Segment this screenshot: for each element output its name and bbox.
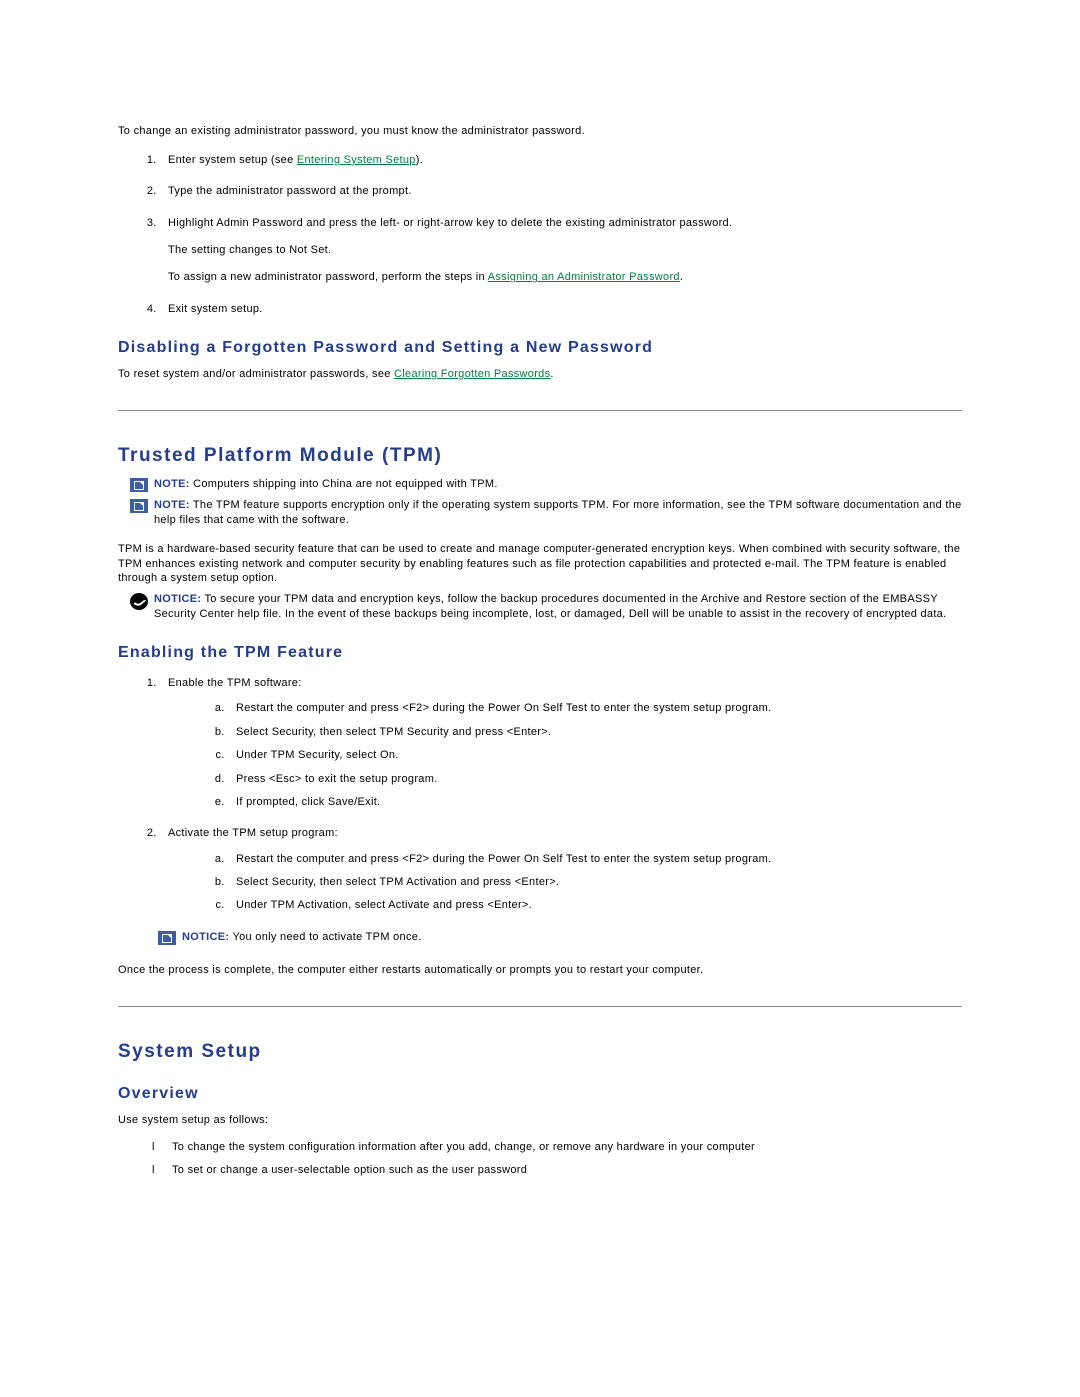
link-entering-system-setup[interactable]: Entering System Setup (297, 154, 416, 166)
note-label: NOTE: (154, 499, 190, 511)
note-icon (158, 931, 176, 945)
step-3-sub-2: To assign a new administrator password, … (168, 270, 962, 285)
tpm-step-2-sublist: Restart the computer and press <F2> duri… (168, 852, 962, 914)
tpm-step-2c: Under TPM Activation, select Activate an… (228, 898, 962, 913)
link-clearing-forgotten-passwords[interactable]: Clearing Forgotten Passwords (394, 368, 550, 380)
step-3-sub-2-b: . (680, 271, 683, 283)
heading-system-setup: System Setup (118, 1041, 962, 1063)
tpm-step-1b: Select Security, then select TPM Securit… (228, 725, 962, 740)
link-assigning-admin-password[interactable]: Assigning an Administrator Password (488, 271, 680, 283)
divider (118, 1006, 962, 1007)
tpm-steps-list: Enable the TPM software: Restart the com… (118, 676, 962, 914)
disable-text: To reset system and/or administrator pas… (118, 367, 962, 382)
notice-backup-body: To secure your TPM data and encryption k… (154, 593, 946, 620)
tpm-step-1-main: Enable the TPM software: (168, 677, 302, 689)
admin-steps-list: Enter system setup (see Entering System … (118, 153, 962, 317)
notice-label: NOTICE: (154, 593, 201, 605)
setup-bullet-1: To change the system configuration infor… (160, 1140, 962, 1155)
note-icon (130, 478, 148, 492)
step-1-text-b: ). (416, 154, 423, 166)
notice-row-activate-once: NOTICE: You only need to activate TPM on… (158, 930, 962, 945)
tpm-step-1a: Restart the computer and press <F2> duri… (228, 701, 962, 716)
setup-intro: Use system setup as follows: (118, 1113, 962, 1128)
setup-bullet-2: To set or change a user-selectable optio… (160, 1163, 962, 1178)
notice-label: NOTICE: (182, 931, 229, 943)
note-label: NOTE: (154, 478, 190, 490)
setup-bullets: To change the system configuration infor… (118, 1140, 962, 1179)
tpm-step-2b: Select Security, then select TPM Activat… (228, 875, 962, 890)
tpm-after-text: Once the process is complete, the comput… (118, 963, 962, 978)
disable-text-a: To reset system and/or administrator pas… (118, 368, 394, 380)
note-encryption-text: NOTE: The TPM feature supports encryptio… (154, 498, 962, 528)
note-china-text: NOTE: Computers shipping into China are … (154, 477, 962, 492)
step-3: Highlight Admin Password and press the l… (160, 216, 962, 286)
note-icon (130, 499, 148, 513)
step-1: Enter system setup (see Entering System … (160, 153, 962, 168)
notice-row-backup: NOTICE: To secure your TPM data and encr… (130, 592, 962, 622)
note-china-body: Computers shipping into China are not eq… (190, 478, 498, 490)
tpm-step-1-sublist: Restart the computer and press <F2> duri… (168, 701, 962, 810)
notice-activate-once-text: NOTICE: You only need to activate TPM on… (182, 930, 962, 945)
tpm-step-1d: Press <Esc> to exit the setup program. (228, 772, 962, 787)
tpm-step-2a: Restart the computer and press <F2> duri… (228, 852, 962, 867)
tpm-step-2: Activate the TPM setup program: Restart … (160, 826, 962, 914)
tpm-step-2-main: Activate the TPM setup program: (168, 827, 338, 839)
note-row-encryption: NOTE: The TPM feature supports encryptio… (130, 498, 962, 528)
notice-backup-text: NOTICE: To secure your TPM data and encr… (154, 592, 962, 622)
tpm-step-1e: If prompted, click Save/Exit. (228, 795, 962, 810)
notice-activate-once-body: You only need to activate TPM once. (229, 931, 421, 943)
note-encryption-body: The TPM feature supports encryption only… (154, 499, 962, 526)
notice-icon (130, 593, 148, 610)
step-3-sub-1: The setting changes to Not Set. (168, 243, 962, 258)
heading-tpm: Trusted Platform Module (TPM) (118, 445, 962, 467)
step-3-text-a: Highlight Admin Password and press the l… (168, 217, 732, 229)
step-1-text-a: Enter system setup (see (168, 154, 297, 166)
step-2: Type the administrator password at the p… (160, 184, 962, 199)
heading-enabling-tpm: Enabling the TPM Feature (118, 644, 962, 662)
disable-text-b: . (550, 368, 553, 380)
step-3-sub-2-a: To assign a new administrator password, … (168, 271, 488, 283)
intro-text: To change an existing administrator pass… (118, 124, 962, 139)
divider (118, 410, 962, 411)
heading-overview: Overview (118, 1085, 962, 1103)
tpm-step-1c: Under TPM Security, select On. (228, 748, 962, 763)
step-4: Exit system setup. (160, 302, 962, 317)
tpm-description: TPM is a hardware-based security feature… (118, 542, 962, 587)
tpm-step-1: Enable the TPM software: Restart the com… (160, 676, 962, 810)
note-row-china: NOTE: Computers shipping into China are … (130, 477, 962, 492)
document-page: To change an existing administrator pass… (0, 0, 1080, 1397)
heading-disable-forgotten: Disabling a Forgotten Password and Setti… (118, 339, 962, 357)
